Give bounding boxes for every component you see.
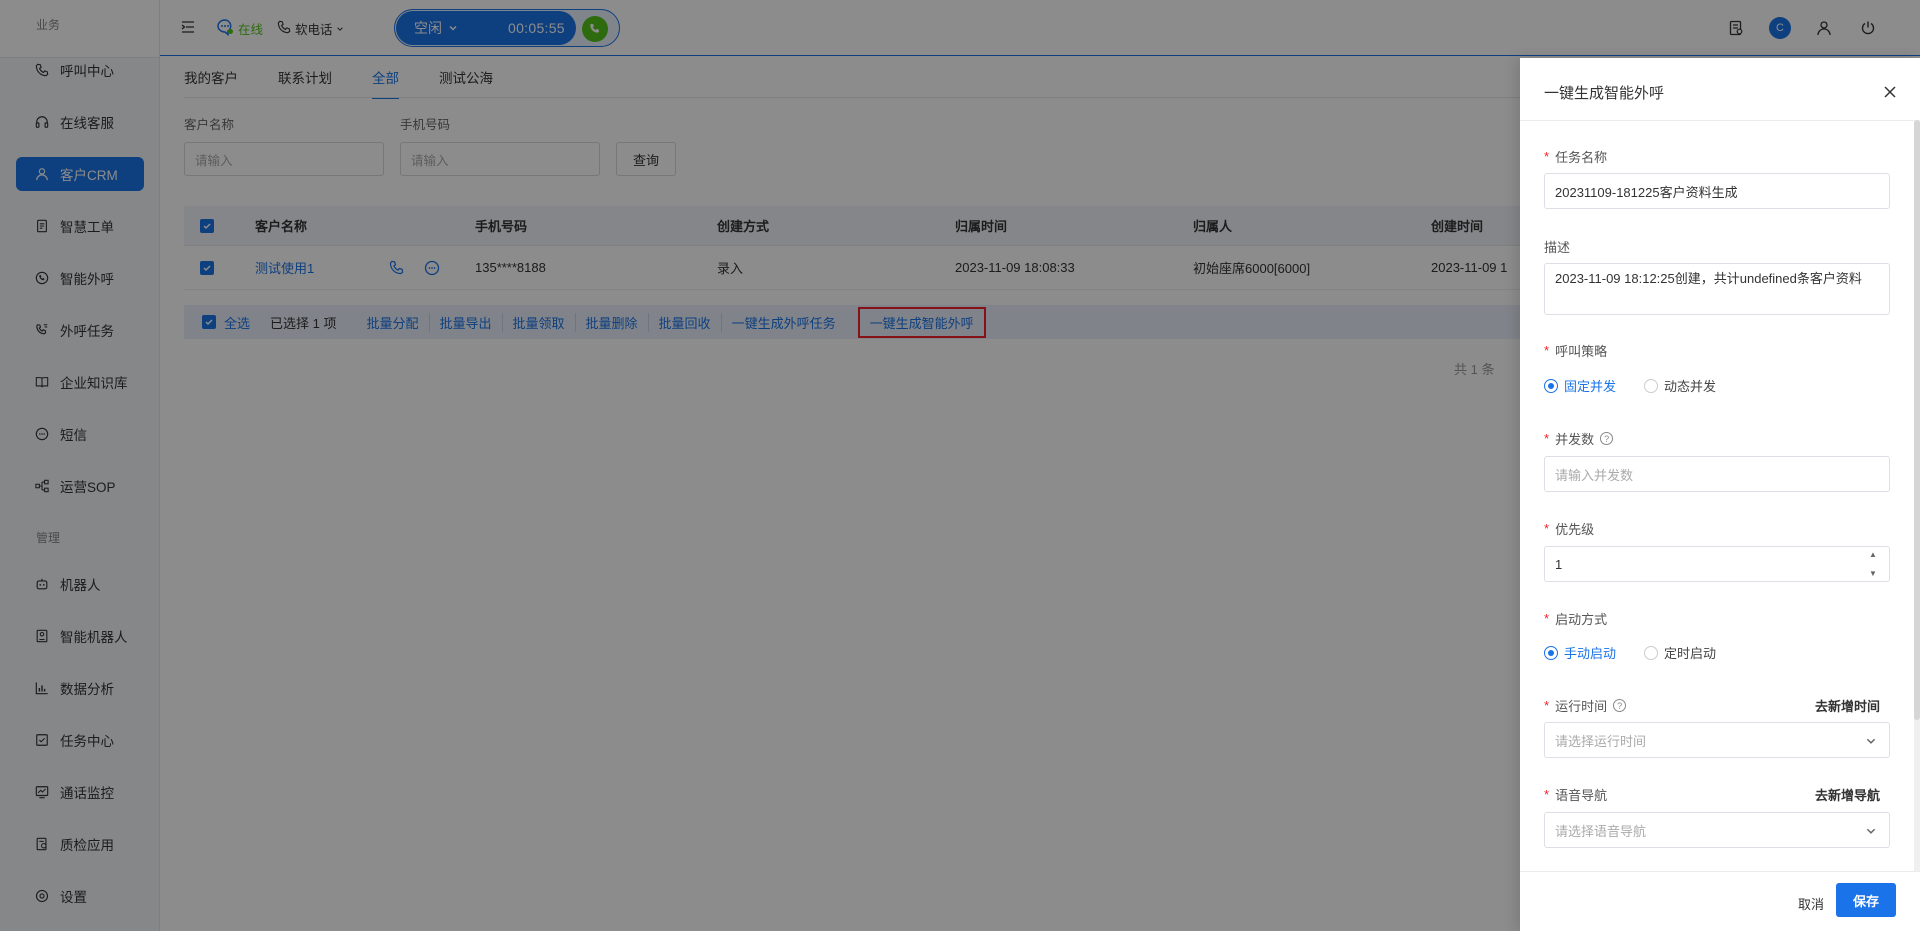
radio-scheduled-start[interactable]: 定时启动 bbox=[1644, 643, 1716, 662]
chevron-down-icon bbox=[1865, 735, 1877, 750]
run-time-label: * 运行时间? bbox=[1544, 696, 1627, 715]
help-icon[interactable]: ? bbox=[1613, 699, 1627, 712]
save-button[interactable]: 保存 bbox=[1836, 883, 1896, 917]
radio-dynamic-concurrency[interactable]: 动态并发 bbox=[1644, 376, 1716, 395]
stepper-down-icon[interactable]: ▼ bbox=[1869, 569, 1881, 578]
voice-nav-label: * 语音导航 bbox=[1544, 787, 1608, 803]
chevron-down-icon bbox=[1865, 825, 1877, 840]
priority-value: 1 bbox=[1555, 556, 1563, 572]
priority-label: * 优先级 bbox=[1544, 521, 1595, 537]
radio-manual-start[interactable]: 手动启动 bbox=[1544, 643, 1616, 662]
task-name-input[interactable]: 20231109-181225客户资料生成 bbox=[1544, 173, 1890, 209]
description-textarea[interactable]: 2023-11-09 18:12:25创建，共计undefined条客户资料 bbox=[1544, 263, 1890, 315]
number-stepper[interactable]: ▲ ▼ bbox=[1869, 550, 1881, 578]
drawer-footer: 取消 保存 bbox=[1520, 871, 1920, 931]
add-voice-nav-link[interactable]: 去新增导航 bbox=[1815, 785, 1880, 804]
radio-fixed-concurrency[interactable]: 固定并发 bbox=[1544, 376, 1616, 395]
concurrency-label: * 并发数? bbox=[1544, 429, 1614, 448]
stepper-up-icon[interactable]: ▲ bbox=[1869, 550, 1881, 559]
close-icon[interactable] bbox=[1880, 82, 1900, 102]
task-name-label: * 任务名称 bbox=[1544, 149, 1608, 165]
start-mode-label: * 启动方式 bbox=[1544, 611, 1608, 627]
voice-nav-select[interactable]: 请选择语音导航 bbox=[1544, 812, 1890, 848]
run-time-placeholder: 请选择运行时间 bbox=[1555, 733, 1647, 749]
drawer-title: 一键生成智能外呼 bbox=[1544, 85, 1665, 102]
call-strategy-label: * 呼叫策略 bbox=[1544, 343, 1608, 359]
concurrency-input[interactable]: 请输入并发数 bbox=[1544, 456, 1890, 492]
add-run-time-link[interactable]: 去新增时间 bbox=[1815, 696, 1880, 715]
run-time-select[interactable]: 请选择运行时间 bbox=[1544, 722, 1890, 758]
scrollbar-thumb[interactable] bbox=[1914, 120, 1920, 720]
start-mode-radio-group: 手动启动 定时启动 bbox=[1544, 643, 1716, 662]
help-icon[interactable]: ? bbox=[1600, 432, 1614, 445]
description-label: 描述 bbox=[1544, 240, 1571, 255]
cancel-button[interactable]: 取消 bbox=[1792, 886, 1830, 921]
call-strategy-radio-group: 固定并发 动态并发 bbox=[1544, 376, 1716, 395]
smart-outbound-drawer: 一键生成智能外呼 * 任务名称 20231109-181225客户资料生成 描述 … bbox=[1520, 58, 1920, 931]
drawer-header-divider bbox=[1520, 120, 1920, 121]
drawer-scrollbar[interactable] bbox=[1914, 120, 1920, 871]
priority-input[interactable]: 1 ▲ ▼ bbox=[1544, 546, 1890, 582]
voice-nav-placeholder: 请选择语音导航 bbox=[1555, 823, 1647, 839]
